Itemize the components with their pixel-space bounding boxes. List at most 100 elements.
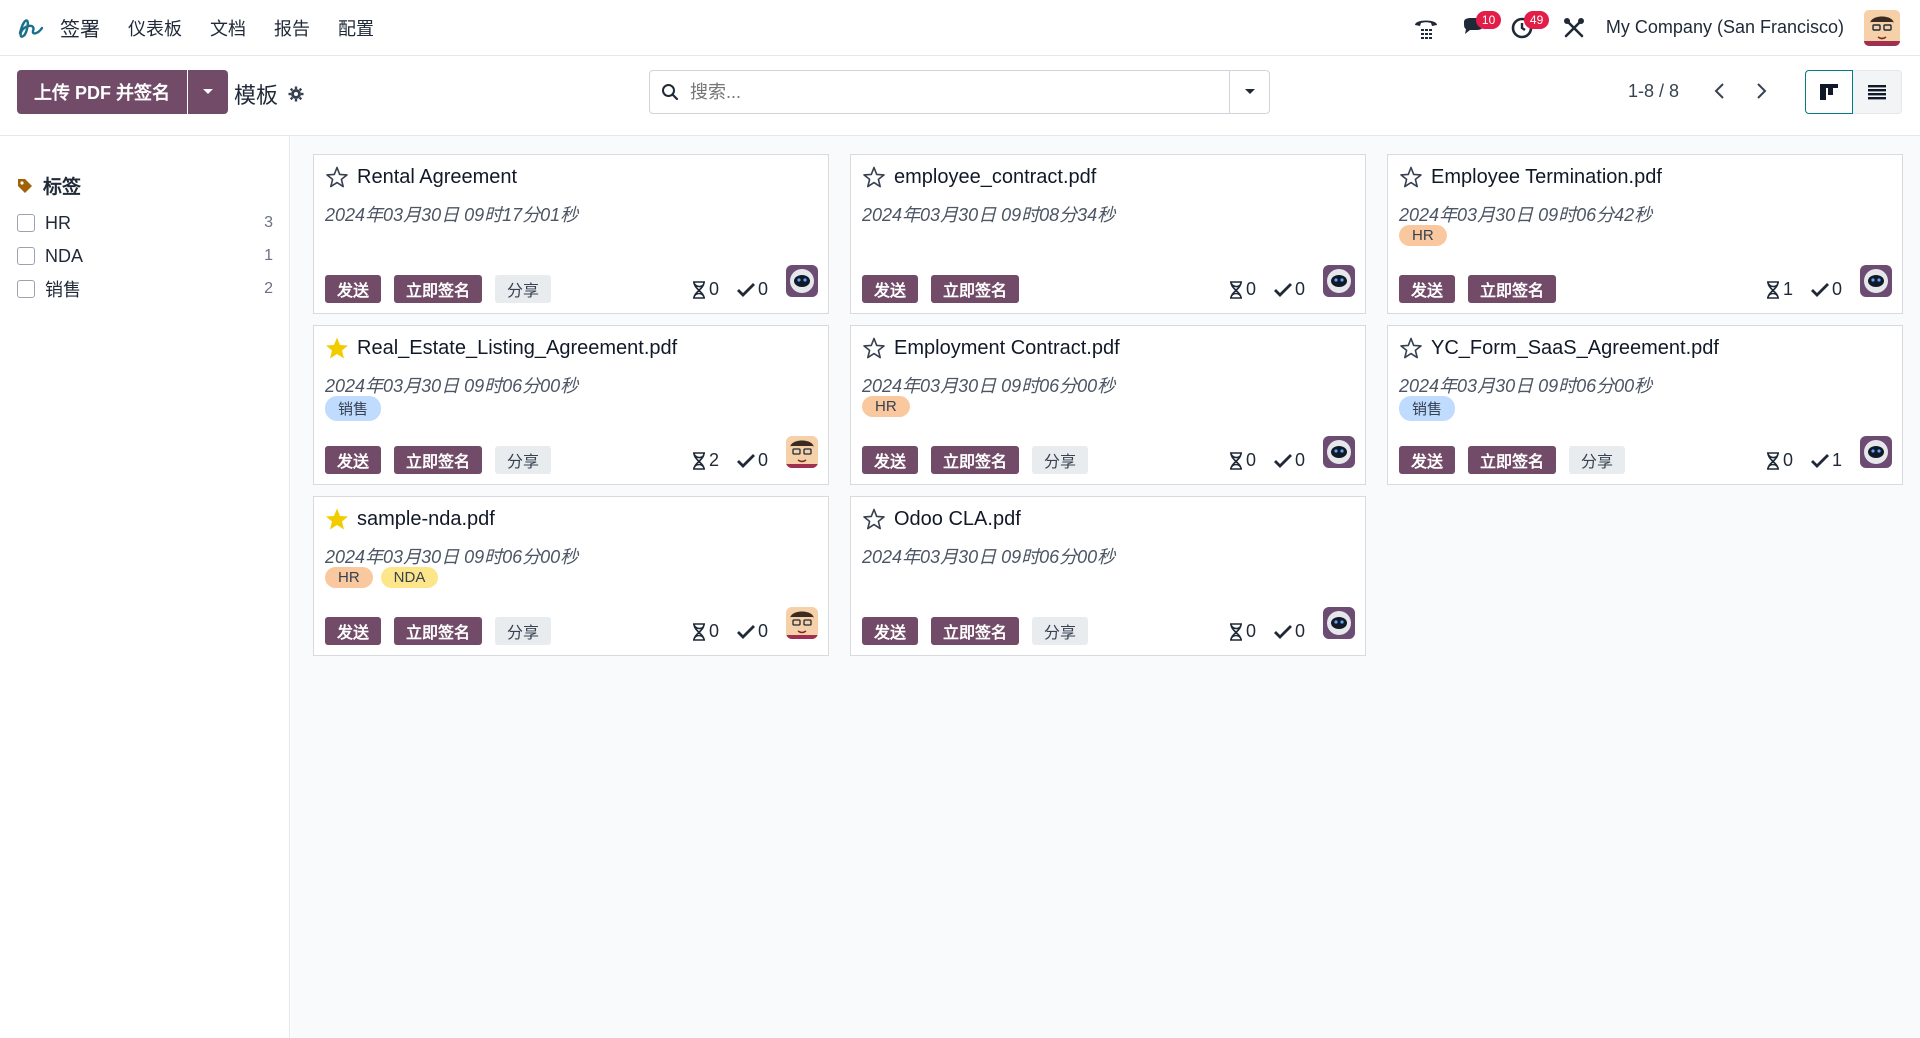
template-card[interactable]: employee_contract.pdf 2024年03月30日 09时08分… <box>850 154 1366 314</box>
template-name[interactable]: sample-nda.pdf <box>357 508 495 531</box>
checkbox[interactable] <box>17 280 35 298</box>
pending-requests[interactable]: 2 <box>692 450 719 471</box>
sign-now-button[interactable]: 立即签名 <box>1468 275 1557 303</box>
star-icon[interactable] <box>862 507 886 531</box>
pending-requests[interactable]: 0 <box>692 621 719 642</box>
pending-requests[interactable]: 0 <box>1229 621 1256 642</box>
template-name[interactable]: Rental Agreement <box>357 166 517 189</box>
pager-next-button[interactable] <box>1749 78 1775 104</box>
pager-previous-button[interactable] <box>1706 78 1732 104</box>
send-button[interactable]: 发送 <box>862 617 919 645</box>
filter-item-hr[interactable]: HR 3 <box>17 210 273 236</box>
star-icon[interactable] <box>325 165 349 189</box>
template-card[interactable]: sample-nda.pdf 2024年03月30日 09时06分00秒 HR N… <box>313 496 829 656</box>
filter-item-nda[interactable]: NDA 1 <box>17 243 273 269</box>
template-card[interactable]: Employee Termination.pdf 2024年03月30日 09时… <box>1387 154 1903 314</box>
pending-requests[interactable]: 0 <box>1766 450 1793 471</box>
menu-configuration[interactable]: 配置 <box>338 15 374 41</box>
signed-requests[interactable]: 0 <box>1810 279 1842 300</box>
filter-item-sales[interactable]: 销售 2 <box>17 276 273 302</box>
company-switcher[interactable]: My Company (San Francisco) <box>1606 17 1844 38</box>
gear-icon[interactable] <box>288 86 304 102</box>
template-name[interactable]: employee_contract.pdf <box>894 166 1096 189</box>
template-card[interactable]: Real_Estate_Listing_Agreement.pdf 2024年0… <box>313 325 829 485</box>
star-filled-icon[interactable] <box>325 507 349 531</box>
signed-requests[interactable]: 0 <box>1273 279 1305 300</box>
pending-requests[interactable]: 1 <box>1766 279 1793 300</box>
send-button[interactable]: 发送 <box>862 446 919 474</box>
share-button[interactable]: 分享 <box>495 446 552 474</box>
menu-dashboard[interactable]: 仪表板 <box>128 15 182 41</box>
pending-requests[interactable]: 0 <box>1229 279 1256 300</box>
sign-now-button[interactable]: 立即签名 <box>931 446 1020 474</box>
template-card[interactable]: Rental Agreement 2024年03月30日 09时17分01秒 发… <box>313 154 829 314</box>
check-icon <box>736 282 755 297</box>
tag-list: 销售 <box>325 396 382 421</box>
menu-documents[interactable]: 文档 <box>210 15 246 41</box>
checkbox[interactable] <box>17 247 35 265</box>
share-button[interactable]: 分享 <box>1569 446 1626 474</box>
star-icon[interactable] <box>862 165 886 189</box>
share-button[interactable]: 分享 <box>1032 617 1089 645</box>
star-icon[interactable] <box>1399 336 1423 360</box>
sign-now-button[interactable]: 立即签名 <box>394 617 483 645</box>
sign-now-button[interactable]: 立即签名 <box>1468 446 1557 474</box>
phone-icon[interactable] <box>1412 14 1440 42</box>
signed-requests[interactable]: 0 <box>736 279 768 300</box>
sign-app-icon[interactable] <box>14 11 48 45</box>
signed-requests[interactable]: 0 <box>1273 450 1305 471</box>
signed-requests[interactable]: 0 <box>736 450 768 471</box>
template-card[interactable]: Odoo CLA.pdf 2024年03月30日 09时06分00秒 发送 立即… <box>850 496 1366 656</box>
template-name[interactable]: Odoo CLA.pdf <box>894 508 1021 531</box>
send-button[interactable]: 发送 <box>325 275 382 303</box>
template-name[interactable]: Employee Termination.pdf <box>1431 166 1662 189</box>
signed-count: 0 <box>757 279 768 299</box>
template-name[interactable]: YC_Form_SaaS_Agreement.pdf <box>1431 337 1719 360</box>
pager-value[interactable]: 1-8 / 8 <box>1628 81 1679 102</box>
tag-badge: HR <box>325 567 373 588</box>
activities-clock-icon[interactable]: 49 <box>1508 10 1550 42</box>
pending-count: 0 <box>708 279 719 299</box>
kanban-view-button[interactable] <box>1805 70 1853 114</box>
sign-now-button[interactable]: 立即签名 <box>394 275 483 303</box>
send-button[interactable]: 发送 <box>862 275 919 303</box>
star-icon[interactable] <box>1399 165 1423 189</box>
share-button[interactable]: 分享 <box>495 275 552 303</box>
sign-now-button[interactable]: 立即签名 <box>931 617 1020 645</box>
star-filled-icon[interactable] <box>325 336 349 360</box>
menu-reports[interactable]: 报告 <box>274 15 310 41</box>
template-card[interactable]: Employment Contract.pdf 2024年03月30日 09时0… <box>850 325 1366 485</box>
card-stats: 1 0 <box>1766 279 1842 300</box>
template-name[interactable]: Employment Contract.pdf <box>894 337 1120 360</box>
sign-now-button[interactable]: 立即签名 <box>931 275 1020 303</box>
signed-requests[interactable]: 0 <box>736 621 768 642</box>
upload-pdf-sign-button[interactable]: 上传 PDF 并签名 <box>17 70 187 114</box>
check-icon <box>1810 282 1829 297</box>
share-button[interactable]: 分享 <box>495 617 552 645</box>
app-name[interactable]: 签署 <box>60 13 100 42</box>
list-view-button[interactable] <box>1853 70 1902 114</box>
pending-count: 0 <box>708 621 719 641</box>
pending-requests[interactable]: 0 <box>692 279 719 300</box>
upload-dropdown-toggle[interactable] <box>188 70 228 114</box>
checkbox[interactable] <box>17 214 35 232</box>
signed-requests[interactable]: 0 <box>1273 621 1305 642</box>
star-icon[interactable] <box>862 336 886 360</box>
template-card[interactable]: YC_Form_SaaS_Agreement.pdf 2024年03月30日 0… <box>1387 325 1903 485</box>
tools-icon[interactable] <box>1560 14 1588 42</box>
search-options-toggle[interactable] <box>1229 71 1269 113</box>
template-name[interactable]: Real_Estate_Listing_Agreement.pdf <box>357 337 677 360</box>
send-button[interactable]: 发送 <box>325 446 382 474</box>
send-button[interactable]: 发送 <box>1399 446 1456 474</box>
robot-avatar <box>1323 436 1355 468</box>
send-button[interactable]: 发送 <box>325 617 382 645</box>
signed-requests[interactable]: 1 <box>1810 450 1842 471</box>
pending-requests[interactable]: 0 <box>1229 450 1256 471</box>
search-input[interactable] <box>690 81 1229 103</box>
send-button[interactable]: 发送 <box>1399 275 1456 303</box>
share-button[interactable]: 分享 <box>1032 446 1089 474</box>
tags-filter-heading: 标签 <box>17 172 81 199</box>
messages-icon[interactable]: 10 <box>1460 10 1502 42</box>
user-avatar[interactable] <box>1864 9 1900 46</box>
sign-now-button[interactable]: 立即签名 <box>394 446 483 474</box>
